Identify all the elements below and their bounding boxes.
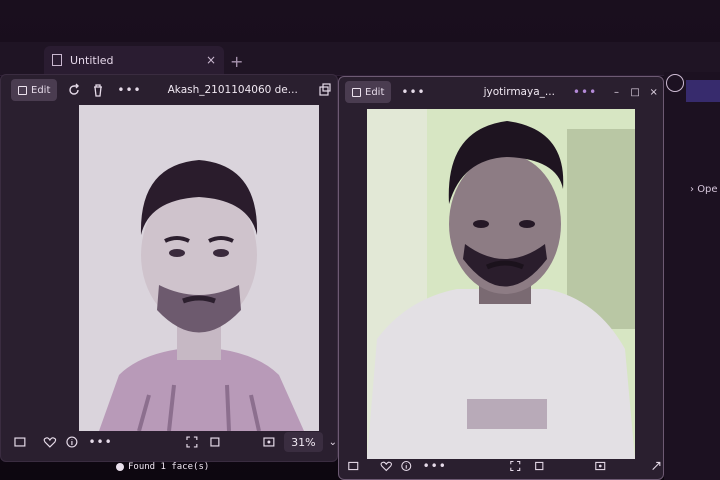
tab-untitled[interactable]: Untitled × (44, 46, 224, 74)
viewer-title: Akash_2101104060 de... (167, 84, 298, 96)
face-scan-icon[interactable] (185, 435, 199, 449)
fit-screen-icon[interactable] (262, 435, 276, 449)
photo-jyotirmaya (367, 109, 635, 459)
viewer-titlebar: Edit ••• jyotirmaya_... ••• – □ × (339, 77, 663, 107)
right-panel (664, 72, 720, 480)
right-panel-accent (686, 80, 720, 102)
chevron-down-icon[interactable]: ⌄ (329, 437, 337, 448)
fit-screen-icon[interactable] (594, 459, 607, 473)
minimize-button[interactable]: – (607, 87, 626, 98)
tab-label: Untitled (70, 53, 114, 67)
info-icon[interactable] (65, 435, 79, 449)
heart-icon[interactable] (380, 459, 393, 473)
console-line: Found 1 face(s) (128, 462, 210, 472)
crop-icon[interactable] (533, 459, 546, 473)
expand-icon[interactable] (650, 459, 663, 473)
edit-button[interactable]: Edit (11, 79, 58, 101)
photo-akash (79, 105, 319, 431)
file-icon (52, 54, 62, 66)
edit-label: Edit (365, 86, 385, 98)
viewer-title: jyotirmaya_... (483, 86, 555, 98)
heart-icon[interactable] (43, 435, 57, 449)
right-panel-label[interactable]: › Ope (690, 184, 718, 195)
right-panel-text: Ope (697, 184, 718, 195)
share-icon[interactable] (318, 83, 332, 97)
info-icon[interactable] (400, 459, 413, 473)
more-options-bottom[interactable]: ••• (423, 459, 447, 473)
editor-tab-bar: Untitled × + (0, 42, 720, 76)
zoom-value: 31% (291, 435, 316, 449)
new-tab-button[interactable]: + (230, 52, 243, 71)
maximize-button[interactable]: □ (626, 87, 645, 98)
more-options-accent[interactable]: ••• (573, 85, 597, 99)
edit-icon (352, 87, 361, 97)
portrait-image (79, 105, 319, 431)
portrait-image (367, 109, 635, 459)
filmstrip-icon[interactable] (13, 435, 27, 449)
more-options-button[interactable]: ••• (401, 85, 425, 99)
edit-label: Edit (31, 84, 51, 96)
viewer-bottom-bar: ••• (339, 451, 663, 479)
filmstrip-icon[interactable] (347, 459, 360, 473)
settings-icon[interactable] (666, 74, 684, 92)
delete-icon[interactable] (91, 83, 105, 97)
edit-button[interactable]: Edit (345, 81, 392, 103)
more-options-button[interactable]: ••• (117, 83, 141, 97)
zoom-level[interactable]: 31% (284, 432, 323, 452)
face-scan-icon[interactable] (509, 459, 522, 473)
photo-viewer-2: Edit ••• jyotirmaya_... ••• – □ × ••• (338, 76, 664, 480)
more-options-bottom[interactable]: ••• (88, 435, 112, 449)
rotate-icon[interactable] (67, 83, 81, 97)
viewer-titlebar: Edit ••• Akash_2101104060 de... (1, 75, 337, 105)
bullet-icon (116, 463, 124, 471)
close-button[interactable]: × (644, 87, 663, 98)
edit-icon (18, 85, 27, 95)
close-icon[interactable]: × (206, 53, 216, 67)
photo-viewer-1: Edit ••• Akash_2101104060 de... ••• 31% … (0, 74, 338, 462)
viewer-bottom-bar: ••• 31% ⌄ (1, 427, 337, 457)
crop-icon[interactable] (208, 435, 222, 449)
